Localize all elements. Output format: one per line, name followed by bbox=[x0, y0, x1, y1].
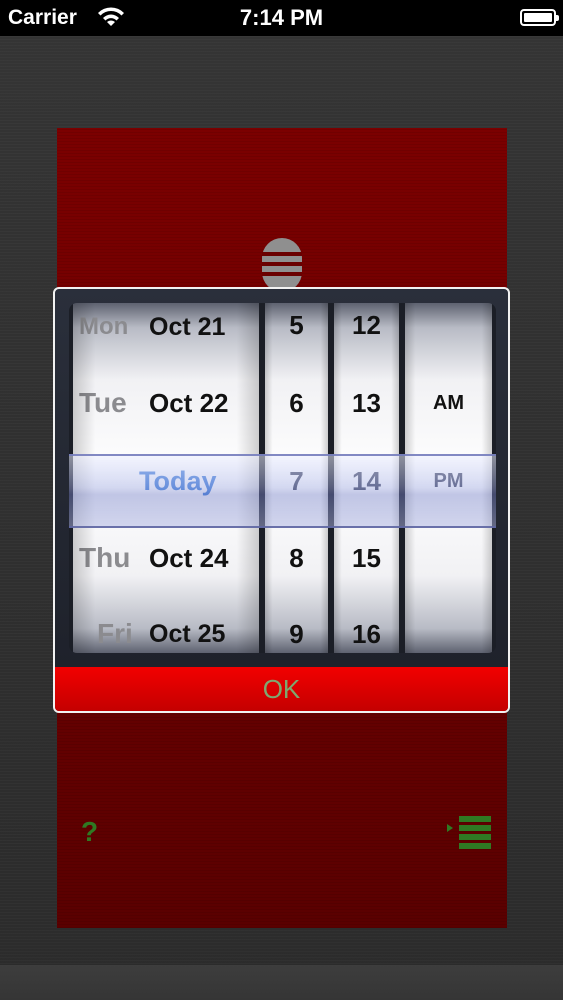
date-time-picker-dialog: Mon Oct 21 Tue Oct 22 Today Thu Oct 24 F… bbox=[53, 287, 510, 713]
period-wheel[interactable]: AM PM bbox=[405, 303, 492, 653]
date-label: Oct 22 bbox=[149, 388, 229, 418]
date-day: Tue bbox=[79, 387, 127, 418]
hour-wheel[interactable]: 5 6 7 8 9 bbox=[265, 303, 328, 653]
minute-value[interactable]: 15 bbox=[334, 538, 399, 578]
date-row[interactable]: Mon Oct 21 bbox=[73, 307, 259, 347]
minute-value[interactable]: 13 bbox=[334, 383, 399, 423]
hour-value-selected[interactable]: 7 bbox=[265, 461, 328, 501]
hour-value[interactable]: 6 bbox=[265, 383, 328, 423]
list-menu-icon[interactable] bbox=[445, 816, 493, 850]
status-time: 7:14 PM bbox=[239, 5, 324, 30]
hour-value[interactable]: 8 bbox=[265, 538, 328, 578]
minute-wheel[interactable]: 12 13 14 15 16 bbox=[334, 303, 399, 653]
minute-value[interactable]: 12 bbox=[334, 305, 399, 345]
minute-value-selected[interactable]: 14 bbox=[334, 461, 399, 501]
minute-value[interactable]: 16 bbox=[334, 614, 399, 653]
help-icon[interactable]: ? bbox=[81, 816, 98, 848]
date-row-selected[interactable]: Today bbox=[73, 461, 259, 501]
hour-value[interactable]: 9 bbox=[265, 614, 328, 653]
date-label: Oct 21 bbox=[149, 313, 226, 341]
battery-icon bbox=[520, 9, 559, 26]
date-label: Oct 25 bbox=[149, 620, 226, 648]
hour-value[interactable]: 5 bbox=[265, 305, 328, 345]
status-bar: Carrier 7:14 PM bbox=[0, 0, 563, 36]
ok-button[interactable]: OK bbox=[55, 667, 508, 711]
picker-frame: Mon Oct 21 Tue Oct 22 Today Thu Oct 24 F… bbox=[69, 303, 496, 653]
date-day: Thu bbox=[79, 542, 131, 573]
date-wheel[interactable]: Mon Oct 21 Tue Oct 22 Today Thu Oct 24 F… bbox=[73, 303, 259, 653]
date-label: Oct 24 bbox=[149, 543, 229, 573]
date-day: Mon bbox=[79, 313, 129, 340]
date-row[interactable]: Fri Oct 25 bbox=[73, 614, 259, 653]
date-day: Fri bbox=[97, 618, 133, 649]
date-row[interactable]: Tue Oct 22 bbox=[73, 383, 259, 423]
period-am[interactable]: AM bbox=[405, 383, 492, 423]
date-row[interactable]: Thu Oct 24 bbox=[73, 538, 259, 578]
bottom-strip bbox=[0, 965, 563, 1000]
date-today-label: Today bbox=[139, 466, 217, 496]
period-pm-selected[interactable]: PM bbox=[405, 461, 492, 501]
